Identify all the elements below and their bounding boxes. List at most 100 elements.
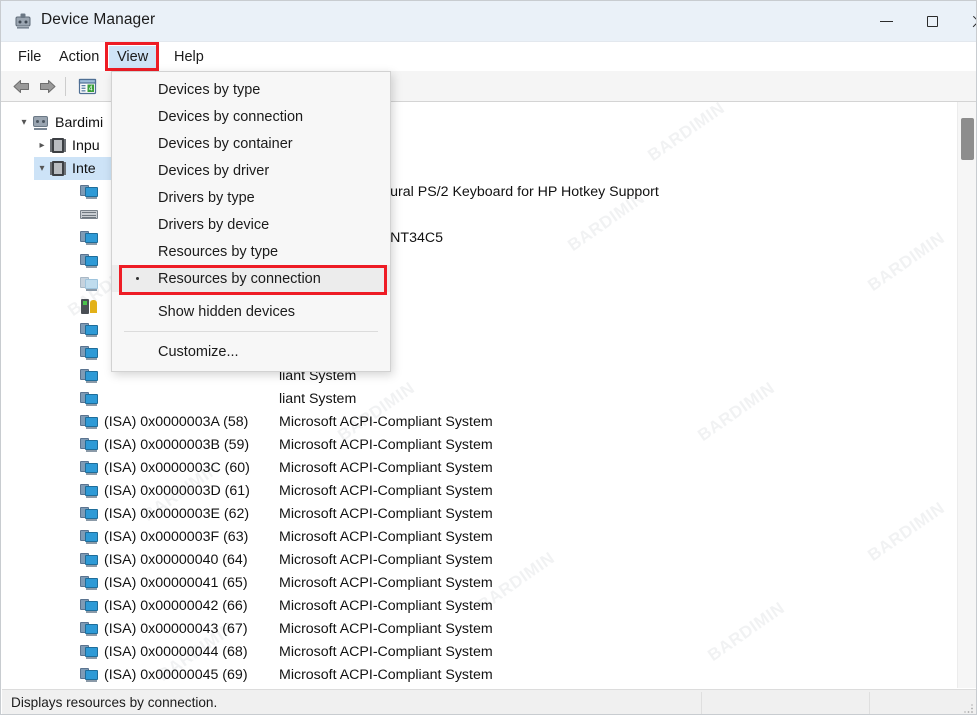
- device-name: Microsoft ACPI-Compliant System: [279, 505, 493, 522]
- monitor-icon: [80, 529, 98, 544]
- maximize-button[interactable]: [909, 1, 955, 42]
- device-name: Microsoft ACPI-Compliant System: [279, 459, 493, 476]
- tree-root[interactable]: ▾ Bardimi: [16, 111, 103, 134]
- list-item[interactable]: (ISA) 0x0000003C (60) Microsoft ACPI-Com…: [80, 456, 493, 479]
- monitor-icon: [80, 322, 98, 337]
- monitor-icon: [80, 276, 98, 291]
- watermark: BARDIMIN: [694, 378, 779, 445]
- watermark: BARDIMIN: [864, 498, 949, 565]
- list-item[interactable]: (ISA) 0x0000003D (61) Microsoft ACPI-Com…: [80, 479, 493, 502]
- monitor-icon: [80, 575, 98, 590]
- list-item[interactable]: (ISA) 0x0000003F (63) Microsoft ACPI-Com…: [80, 525, 493, 548]
- maximize-icon: [926, 16, 938, 27]
- list-item[interactable]: (ISA) 0x0000003A (58) Microsoft ACPI-Com…: [80, 410, 493, 433]
- menu-item-label: Resources by type: [158, 243, 279, 260]
- close-icon: [971, 15, 976, 29]
- status-bar: Displays resources by connection.: [2, 689, 976, 714]
- resource-code: (ISA) 0x00000044 (68): [104, 643, 248, 660]
- menu-item-label: Drivers by device: [158, 216, 270, 233]
- menu-item-devices-by-container[interactable]: Devices by container: [112, 130, 390, 157]
- watermark: BARDIMIN: [864, 228, 949, 295]
- monitor-icon: [80, 184, 98, 199]
- view-menu-dropdown[interactable]: Devices by type Devices by connection De…: [111, 71, 391, 372]
- list-item[interactable]: (ISA) 0x00000040 (64) Microsoft ACPI-Com…: [80, 548, 493, 571]
- close-button[interactable]: [955, 1, 976, 42]
- menu-view[interactable]: View: [109, 46, 157, 68]
- list-item[interactable]: (ISA) 0x00000046 (70) Microsoft ACPI-Com…: [80, 686, 493, 688]
- chip-icon: [50, 161, 66, 176]
- status-divider: [701, 692, 702, 714]
- resource-code: (ISA) 0x0000003E (62): [104, 505, 250, 522]
- security-device-icon: [80, 298, 98, 315]
- list-item[interactable]: (ISA) 0x00000041 (65) Microsoft ACPI-Com…: [80, 571, 493, 594]
- computer-icon: [32, 115, 49, 131]
- menu-item-show-hidden-devices[interactable]: Show hidden devices: [112, 298, 390, 325]
- menu-help[interactable]: Help: [166, 46, 212, 68]
- menu-file[interactable]: File: [10, 46, 49, 68]
- device-name: Microsoft ACPI-Compliant System: [279, 413, 493, 430]
- menu-item-customize[interactable]: Customize...: [112, 338, 390, 365]
- list-item[interactable]: (ISA) 0x0000003E (62) Microsoft ACPI-Com…: [80, 502, 493, 525]
- chevron-right-icon[interactable]: ▸: [34, 140, 50, 151]
- resize-grip[interactable]: [962, 701, 974, 713]
- monitor-icon: [80, 483, 98, 498]
- minimize-button[interactable]: [863, 1, 909, 42]
- monitor-icon: [80, 437, 98, 452]
- minimize-icon: [879, 20, 893, 23]
- tree-node-label: Inpu: [72, 137, 100, 154]
- menu-item-devices-by-connection[interactable]: Devices by connection: [112, 103, 390, 130]
- device-manager-window: Device Manager File Action View Help 4 B…: [0, 0, 977, 715]
- menu-item-label: Devices by driver: [158, 162, 270, 179]
- monitor-icon: [80, 391, 98, 406]
- forward-arrow-icon: [39, 80, 55, 93]
- chevron-down-icon[interactable]: ▾: [16, 117, 32, 128]
- vertical-scrollbar[interactable]: [957, 102, 976, 688]
- monitor-icon: [80, 230, 98, 245]
- resource-code: (ISA) 0x0000003A (58): [104, 413, 249, 430]
- list-item[interactable]: (ISA) 0x00000043 (67) Microsoft ACPI-Com…: [80, 617, 493, 640]
- menu-item-devices-by-driver[interactable]: Devices by driver: [112, 157, 390, 184]
- tree-node-input[interactable]: ▸ Inpu: [34, 134, 100, 157]
- menu-item-devices-by-type[interactable]: Devices by type: [112, 76, 390, 103]
- device-name: liant System: [279, 390, 357, 407]
- menu-bar: File Action View Help: [1, 42, 976, 71]
- back-button[interactable]: [9, 75, 33, 98]
- list-item[interactable]: (ISA) 0x00000042 (66) Microsoft ACPI-Com…: [80, 594, 493, 617]
- list-item[interactable]: (ISA) 0x0000003B (59) Microsoft ACPI-Com…: [80, 433, 493, 456]
- device-name: Microsoft ACPI-Compliant System: [279, 551, 493, 568]
- monitor-icon: [80, 644, 98, 659]
- monitor-icon: [80, 667, 98, 682]
- back-arrow-icon: [13, 80, 29, 93]
- device-name: Microsoft ACPI-Compliant System: [279, 574, 493, 591]
- chevron-down-icon[interactable]: ▾: [34, 163, 50, 174]
- list-item[interactable]: (ISA) 0x00000045 (69) Microsoft ACPI-Com…: [80, 663, 493, 686]
- keyboard-icon: [80, 207, 98, 222]
- menu-item-label: Devices by container: [158, 135, 293, 152]
- menu-item-drivers-by-type[interactable]: Drivers by type: [112, 184, 390, 211]
- tree-node-label: Inte: [72, 160, 96, 177]
- chip-icon: [50, 138, 66, 153]
- menu-item-resources-by-type[interactable]: Resources by type: [112, 238, 390, 265]
- device-name: Microsoft ACPI-Compliant System: [279, 666, 493, 683]
- radio-dot-icon: [136, 277, 139, 280]
- list-item[interactable]: liant System: [80, 387, 356, 410]
- properties-button[interactable]: 4: [75, 75, 99, 98]
- forward-button[interactable]: [35, 75, 59, 98]
- menu-item-label: Show hidden devices: [158, 303, 296, 320]
- device-name: Microsoft ACPI-Compliant System: [279, 597, 493, 614]
- device-name: Microsoft ACPI-Compliant System: [279, 620, 493, 637]
- menu-item-label: Drivers by type: [158, 189, 255, 206]
- monitor-icon: [80, 621, 98, 636]
- monitor-icon: [80, 368, 98, 383]
- menu-action[interactable]: Action: [51, 46, 107, 68]
- menu-item-drivers-by-device[interactable]: Drivers by device: [112, 211, 390, 238]
- monitor-icon: [80, 253, 98, 268]
- resource-code: (ISA) 0x0000003B (59): [104, 436, 250, 453]
- scrollbar-thumb[interactable]: [961, 118, 974, 160]
- device-manager-icon: [14, 12, 32, 30]
- menu-item-resources-by-connection[interactable]: Resources by connection: [112, 265, 390, 292]
- list-item[interactable]: (ISA) 0x00000044 (68) Microsoft ACPI-Com…: [80, 640, 493, 663]
- monitor-icon: [80, 552, 98, 567]
- monitor-icon: [80, 345, 98, 360]
- watermark: BARDIMIN: [704, 598, 789, 665]
